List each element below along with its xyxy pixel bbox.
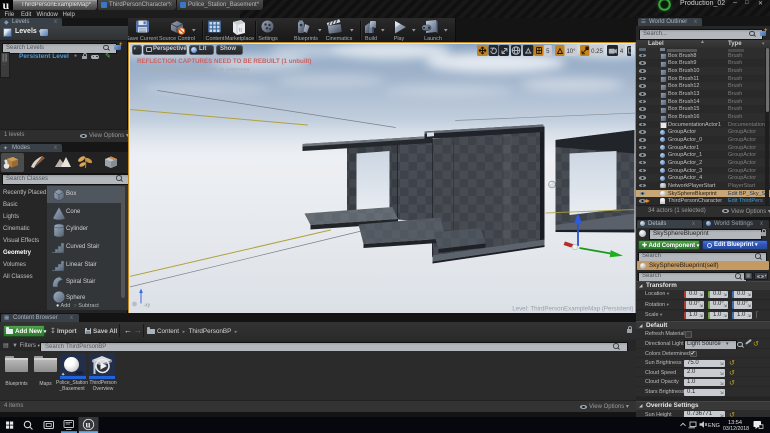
svg-text:Linear Stair: Linear Stair [66, 262, 97, 268]
svg-text:Curved Stair: Curved Stair [66, 244, 99, 250]
svg-text:ENG: ENG [708, 423, 720, 429]
svg-text:u: u [86, 420, 91, 430]
svg-text:-xy: -xy [143, 302, 150, 308]
svg-text:13:54: 13:54 [728, 420, 742, 426]
svg-text:Level: ThirdPersonExampleMap: Level: ThirdPersonExampleMap (Persistent… [512, 305, 633, 312]
svg-text:Box: Box [66, 191, 76, 197]
svg-text:0.25: 0.25 [591, 49, 603, 55]
svg-text:Cylinder: Cylinder [66, 226, 88, 232]
svg-text:Cone: Cone [66, 209, 81, 215]
svg-text:u: u [239, 26, 243, 34]
svg-text:Spiral Stair: Spiral Stair [66, 279, 95, 285]
svg-text:Sphere: Sphere [66, 295, 86, 301]
svg-text:03/12/2018: 03/12/2018 [723, 426, 749, 432]
svg-text:10°: 10° [566, 49, 576, 55]
